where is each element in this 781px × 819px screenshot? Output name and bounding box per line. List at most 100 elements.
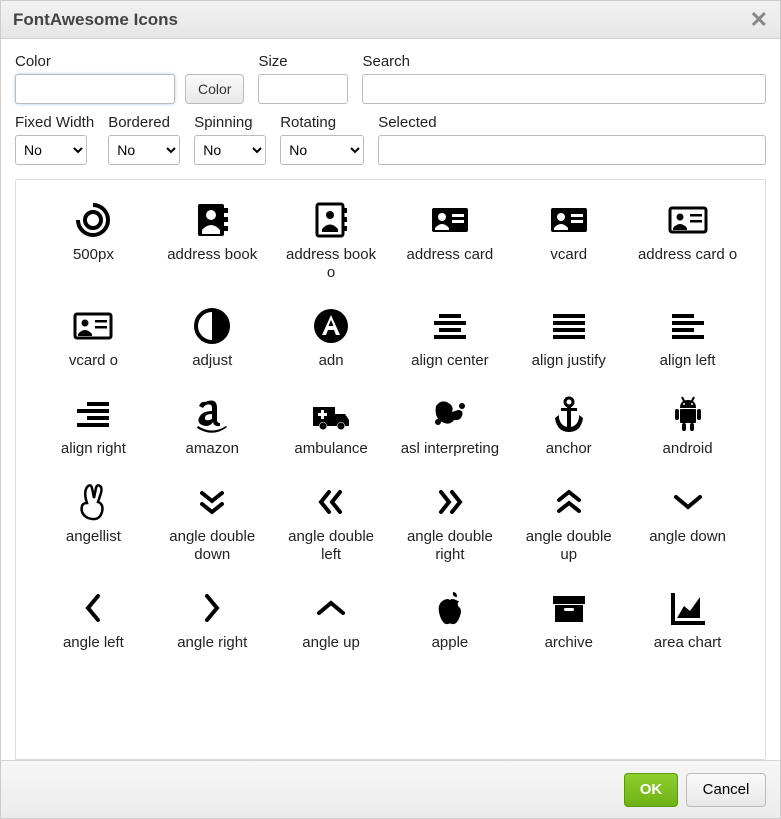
selected-field-group: Selected	[378, 114, 766, 165]
icon-adn[interactable]: adn	[274, 296, 389, 378]
icon-angle-double-up[interactable]: angle double up	[511, 472, 626, 572]
size-field-group: Size	[258, 53, 348, 104]
spinning-select[interactable]: No	[194, 135, 266, 165]
icon-address-card-o[interactable]: address card o	[630, 190, 745, 290]
color-label: Color	[15, 53, 244, 70]
angle-right-icon	[190, 586, 234, 630]
icon-label: asl interpreting	[401, 440, 499, 458]
dialog-footer: OK Cancel	[1, 760, 780, 818]
fixed-width-select[interactable]: No	[15, 135, 87, 165]
icon-label: angle double up	[519, 528, 619, 564]
icon-align-justify[interactable]: align justify	[511, 296, 626, 378]
controls-row-1: Color Color Size Search	[15, 53, 766, 104]
ambulance-icon	[309, 392, 353, 436]
spinning-label: Spinning	[194, 114, 266, 131]
color-field-group: Color Color	[15, 53, 244, 104]
icon-label: align justify	[532, 352, 606, 370]
dialog-title: FontAwesome Icons	[13, 10, 178, 30]
icon-label: 500px	[73, 246, 114, 264]
icon-angle-down[interactable]: angle down	[630, 472, 745, 572]
angle-double-left-icon	[309, 480, 353, 524]
icon-adjust[interactable]: adjust	[155, 296, 270, 378]
vcard-o-icon	[71, 304, 115, 348]
icon-address-card[interactable]: address card	[393, 190, 508, 290]
icon-label: angle double down	[162, 528, 262, 564]
cancel-button[interactable]: Cancel	[686, 773, 766, 807]
area-chart-icon	[666, 586, 710, 630]
align-center-icon	[428, 304, 472, 348]
icon-label: adn	[319, 352, 344, 370]
apple-icon	[428, 586, 472, 630]
icon-label: vcard o	[69, 352, 118, 370]
size-input[interactable]	[258, 74, 348, 104]
icon-asl-interpreting[interactable]: asl interpreting	[393, 384, 508, 466]
search-label: Search	[362, 53, 766, 70]
align-left-icon	[666, 304, 710, 348]
angle-up-icon	[309, 586, 353, 630]
align-justify-icon	[547, 304, 591, 348]
address-book-icon	[190, 198, 234, 242]
icon-500px[interactable]: 500px	[36, 190, 151, 290]
rotating-field-group: Rotating No	[280, 114, 364, 165]
icon-apple[interactable]: apple	[393, 578, 508, 660]
adjust-icon	[190, 304, 234, 348]
anchor-icon	[547, 392, 591, 436]
icon-label: angle left	[63, 634, 124, 652]
icon-amazon[interactable]: amazon	[155, 384, 270, 466]
fixed-width-label: Fixed Width	[15, 114, 94, 131]
icon-label: anchor	[546, 440, 592, 458]
search-input[interactable]	[362, 74, 766, 104]
angle-double-right-icon	[428, 480, 472, 524]
asl-interpreting-icon	[428, 392, 472, 436]
icon-label: align center	[411, 352, 489, 370]
icon-label: angle up	[302, 634, 360, 652]
icon-ambulance[interactable]: ambulance	[274, 384, 389, 466]
selected-input[interactable]	[378, 135, 766, 165]
icons-panel[interactable]: 500px address bookaddress book o address c…	[15, 179, 766, 760]
icon-archive[interactable]: archive	[511, 578, 626, 660]
icon-android[interactable]: android	[630, 384, 745, 466]
icon-vcard[interactable]: vcard	[511, 190, 626, 290]
address-card-icon	[428, 198, 472, 242]
icon-vcard-o[interactable]: vcard o	[36, 296, 151, 378]
close-icon[interactable]: ✕	[750, 9, 768, 31]
icon-angle-double-down[interactable]: angle double down	[155, 472, 270, 572]
icon-label: angellist	[66, 528, 121, 546]
icon-label: address card	[407, 246, 494, 264]
icon-area-chart[interactable]: area chart	[630, 578, 745, 660]
icon-angle-right[interactable]: angle right	[155, 578, 270, 660]
icon-angellist[interactable]: angellist	[36, 472, 151, 572]
archive-icon	[547, 586, 591, 630]
icon-align-right[interactable]: align right	[36, 384, 151, 466]
icon-angle-up[interactable]: angle up	[274, 578, 389, 660]
address-book-o-icon	[309, 198, 353, 242]
color-button[interactable]: Color	[185, 74, 244, 104]
vcard-icon	[547, 198, 591, 242]
icon-address-book-o[interactable]: address book o	[274, 190, 389, 290]
icon-label: angle double left	[281, 528, 381, 564]
icon-angle-double-left[interactable]: angle double left	[274, 472, 389, 572]
icon-label: apple	[432, 634, 469, 652]
icon-label: ambulance	[294, 440, 367, 458]
icon-anchor[interactable]: anchor	[511, 384, 626, 466]
icon-label: angle down	[649, 528, 726, 546]
adn-icon	[309, 304, 353, 348]
icon-label: area chart	[654, 634, 722, 652]
bordered-label: Bordered	[108, 114, 180, 131]
icon-label: amazon	[186, 440, 239, 458]
bordered-select[interactable]: No	[108, 135, 180, 165]
icon-angle-left[interactable]: angle left	[36, 578, 151, 660]
icon-label: vcard	[550, 246, 587, 264]
angle-left-icon	[71, 586, 115, 630]
icon-label: align right	[61, 440, 126, 458]
ok-button[interactable]: OK	[624, 773, 678, 807]
icon-address-book[interactable]: address book	[155, 190, 270, 290]
color-input[interactable]	[15, 74, 175, 104]
icon-angle-double-right[interactable]: angle double right	[393, 472, 508, 572]
icon-align-center[interactable]: align center	[393, 296, 508, 378]
icon-align-left[interactable]: align left	[630, 296, 745, 378]
rotating-select[interactable]: No	[280, 135, 364, 165]
search-field-group: Search	[362, 53, 766, 104]
500px-icon	[71, 198, 115, 242]
size-label: Size	[258, 53, 348, 70]
